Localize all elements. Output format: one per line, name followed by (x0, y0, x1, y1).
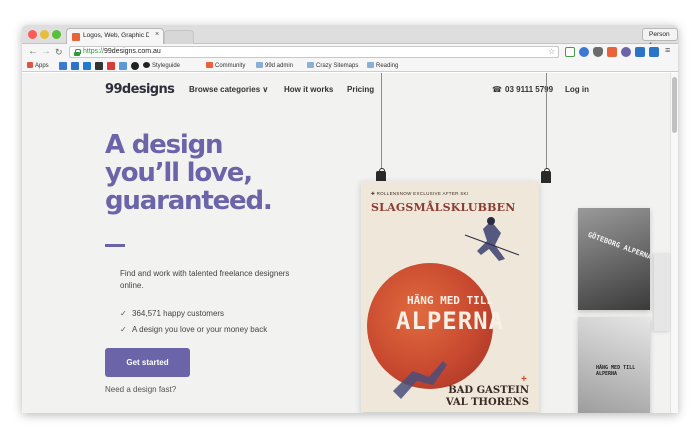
poster-tagline: ✚ ROLLENSNOW EXCLUSIVE AFTER SKI (371, 191, 469, 196)
nav-pricing[interactable]: Pricing (347, 85, 374, 94)
bookmark-styleguide[interactable]: Styleguide (143, 61, 180, 71)
hanging-string-right (546, 73, 547, 169)
new-tab-button[interactable] (164, 30, 194, 44)
phone-icon: ☎ (492, 85, 502, 94)
hero-headline: A design you’ll love, guaranteed. (105, 131, 365, 215)
browser-toolbar: ← → ↻ https://99designs.com.au ☆ ≡ (22, 44, 678, 60)
bookmark-github-icon[interactable] (131, 62, 139, 70)
folder-icon (307, 62, 314, 68)
profile-button[interactable]: Person 1 (642, 28, 678, 49)
minimize-window-button[interactable] (40, 30, 49, 39)
bookmark-star-icon[interactable]: ☆ (548, 47, 555, 56)
poster-line-2: ALPERNA (395, 307, 505, 335)
side-poster-3-edge (654, 253, 670, 331)
bookmarks-bar: Apps Styleguide Community 99d admin Craz… (22, 60, 678, 72)
side-poster-2: HÄNG MED TILL ALPERNA (578, 317, 650, 413)
extension-purple-icon[interactable] (621, 47, 631, 57)
folder-icon (367, 62, 374, 68)
bookmark-icon-2[interactable] (71, 62, 79, 70)
page-content: 99designs Browse categories ∨ How it wor… (22, 73, 678, 413)
chevron-down-icon: ∨ (262, 85, 269, 94)
skier-illustration-icon (464, 217, 520, 261)
99designs-icon (206, 62, 213, 68)
checkmark-icon: ✓ (120, 309, 127, 318)
side-poster-2-text: HÄNG MED TILL ALPERNA (596, 365, 636, 377)
check-item-customers: ✓ 364,571 happy customers (120, 309, 225, 318)
bookmark-icon-6[interactable] (119, 62, 127, 70)
github-icon (143, 62, 150, 68)
bookmark-crazy-sitemaps[interactable]: Crazy Sitemaps (307, 61, 358, 71)
browser-window: Logos, Web, Graphic Desi × Person 1 ← → … (22, 25, 678, 413)
bookmark-reading[interactable]: Reading (367, 61, 398, 71)
lock-icon (74, 49, 81, 56)
bookmark-icon-5[interactable] (107, 62, 115, 70)
extension-feedly-icon[interactable] (565, 47, 575, 57)
tab-title: Logos, Web, Graphic Desi (83, 32, 149, 39)
bookmark-icon-4[interactable] (95, 62, 103, 70)
forward-arrow-icon[interactable]: → (41, 45, 51, 59)
extension-blue-circle-icon[interactable] (579, 47, 589, 57)
poster-city-2: VAL THORENS (445, 397, 529, 408)
binder-clip-icon (541, 168, 551, 183)
zoom-window-button[interactable] (52, 30, 61, 39)
tab-close-icon[interactable]: × (155, 31, 159, 38)
poster-plus-icon: + (521, 374, 527, 385)
nav-how-it-works[interactable]: How it works (284, 85, 333, 94)
nav-browse-categories[interactable]: Browse categories ∨ (189, 85, 268, 94)
url-text: https://99designs.com.au (83, 48, 161, 55)
reload-icon[interactable]: ↻ (55, 45, 63, 59)
extension-trello-icon[interactable] (649, 47, 659, 57)
check-item-guarantee: ✓ A design you love or your money back (120, 325, 268, 334)
bookmark-icon-1[interactable] (59, 62, 67, 70)
hero-poster: ✚ ROLLENSNOW EXCLUSIVE AFTER SKI SLAGSMÅ… (361, 181, 539, 412)
bookmark-99d-admin[interactable]: 99d admin (256, 61, 293, 71)
side-poster-1: GÖTEBORG ALPERNA (578, 208, 650, 310)
bookmark-community[interactable]: Community (206, 61, 245, 71)
hero-subtext: Find and work with talented freelance de… (120, 269, 290, 290)
get-started-button[interactable]: Get started (105, 348, 190, 377)
address-bar[interactable]: https://99designs.com.au ☆ (69, 46, 559, 58)
hanging-string-left (381, 73, 382, 169)
extension-pocket-icon[interactable] (593, 47, 603, 57)
headline-line-3: guaranteed. (105, 186, 273, 216)
below-cta-text[interactable]: Need a design fast? (105, 385, 176, 394)
poster-city-1: BAD GASTEIN (448, 385, 529, 396)
extension-99designs-icon[interactable] (607, 47, 617, 57)
bookmark-icon-3[interactable] (83, 62, 91, 70)
close-window-button[interactable] (28, 30, 37, 39)
headline-line-2: you’ll love, (105, 158, 253, 188)
poster-line-1: HÄNG MED TILL (406, 294, 494, 307)
site-logo[interactable]: 99designs (105, 82, 175, 97)
bookmark-apps[interactable]: Apps (27, 61, 49, 71)
back-arrow-icon[interactable]: ← (28, 45, 38, 59)
nav-log-in[interactable]: Log in (565, 85, 589, 94)
side-poster-1-text: GÖTEBORG ALPERNA (586, 230, 650, 262)
extension-save-icon[interactable] (635, 47, 645, 57)
headline-divider (105, 244, 125, 247)
folder-icon (256, 62, 263, 68)
vertical-scrollbar[interactable] (670, 73, 678, 413)
apps-grid-icon (27, 62, 33, 68)
title-bar: Logos, Web, Graphic Desi × Person 1 (22, 25, 678, 49)
headline-line-1: A design (105, 130, 224, 160)
poster-brand: SLAGSMÅLSKLUBBEN (371, 201, 516, 214)
checkmark-icon: ✓ (120, 325, 127, 334)
skier-illustration-lower-icon (393, 361, 447, 399)
chrome-menu-icon[interactable]: ≡ (665, 45, 670, 55)
99designs-favicon-icon (72, 33, 80, 41)
browser-tab[interactable]: Logos, Web, Graphic Desi × (66, 28, 164, 44)
scrollbar-thumb[interactable] (672, 77, 677, 133)
